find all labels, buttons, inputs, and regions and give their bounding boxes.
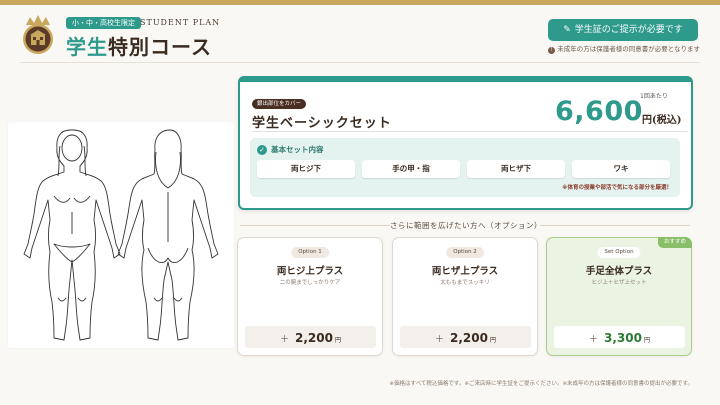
included-label: 基本セット内容: [271, 145, 324, 154]
option-desc: 二の腕までしっかりケア: [279, 280, 341, 286]
page-title-rest: 特別コース: [108, 35, 212, 59]
options-divider-left: [240, 225, 390, 226]
english-tag: STUDENT PLAN: [140, 18, 221, 27]
page-title: 学生特別コース: [66, 31, 212, 60]
student-id-badge: ✎ 学生証のご提示が必要です: [548, 19, 698, 41]
recommend-badge: おすすめ: [657, 237, 692, 248]
crown-school-logo-icon: [20, 15, 56, 55]
minor-note-text: 未成年の方は保護者様の同意書が必要となります: [557, 45, 700, 53]
option-card-full-limbs[interactable]: おすすめ Set Option 手足全体プラス ヒジ上＋ヒザ上セット ＋ 3,30…: [546, 237, 692, 356]
pen-icon: ✎: [563, 25, 571, 35]
target-tag: 小・中・高校生限定: [66, 17, 141, 29]
included-note: ※体育の授業や部活で気になる部分を厳選！: [562, 185, 672, 191]
option-badge: Set Option: [597, 247, 641, 258]
body-outline-icon: [23, 129, 219, 341]
option-price-box: ＋ 3,300 円: [554, 326, 685, 348]
body-illustration: [8, 122, 234, 348]
option-card-knee-up[interactable]: Option 2 両ヒザ上プラス 太ももまでスッキリ ＋ 2,200 円: [392, 237, 538, 356]
included-item-chip: 両ヒジ下: [257, 160, 355, 178]
check-icon: ✓: [257, 145, 267, 155]
student-id-badge-label: 学生証のご提示が必要です: [574, 25, 683, 35]
set-divider: [252, 131, 687, 132]
option-price: 3,300: [604, 331, 642, 345]
top-accent-bar: [0, 0, 720, 5]
option-price-box: ＋ 2,200 円: [245, 326, 376, 348]
header-divider: [20, 62, 700, 63]
set-price-unit: 円(税込): [642, 115, 682, 126]
option-badge: Option 1: [291, 247, 329, 258]
option-price: 2,200: [450, 331, 488, 345]
option-desc: ヒジ上＋ヒザ上セット: [591, 280, 647, 286]
option-price: 2,200: [295, 331, 333, 345]
option-name: 手足全体プラス: [585, 266, 653, 277]
plus-icon: ＋: [589, 335, 599, 345]
option-name: 両ヒジ上プラス: [276, 266, 344, 277]
minor-note: ! 未成年の方は保護者様の同意書が必要となります: [540, 43, 700, 54]
included-items-box: ✓ 基本セット内容 両ヒジ下 手の甲・指 両ヒザ下 ワキ ※体育の授業や部活で気…: [250, 138, 680, 197]
page-title-accent: 学生: [66, 35, 108, 59]
plus-icon: ＋: [435, 335, 445, 345]
options-heading: さらに範囲を広げたい方へ（オプション）: [390, 221, 542, 230]
set-price: 6,600: [555, 96, 643, 127]
info-icon: !: [548, 47, 556, 54]
option-badge: Option 2: [446, 247, 484, 258]
option-price-box: ＋ 2,200 円: [400, 326, 531, 348]
option-price-unit: 円: [334, 337, 341, 344]
option-name: 両ヒザ上プラス: [431, 266, 499, 277]
option-price-unit: 円: [489, 337, 496, 344]
included-item-chip: 両ヒザ下: [467, 160, 565, 178]
set-name: 学生ベーシックセット: [252, 116, 392, 131]
plus-icon: ＋: [280, 335, 290, 345]
option-desc: 太ももまでスッキリ: [440, 280, 490, 286]
included-item-chip: ワキ: [572, 160, 670, 178]
option-price-unit: 円: [643, 337, 650, 344]
included-item-chip: 手の甲・指: [362, 160, 460, 178]
option-card-elbow-up[interactable]: Option 1 両ヒジ上プラス 二の腕までしっかりケア ＋ 2,200 円: [237, 237, 383, 356]
footnote: ※価格はすべて税込価格です。※ご来店時に学生証をご提示ください。※未成年の方は保…: [389, 381, 693, 387]
per-visit-label: 1回あたり: [640, 93, 668, 100]
options-divider-right: [540, 225, 690, 226]
cover-tag: 銀出部位をカバー: [252, 99, 307, 109]
